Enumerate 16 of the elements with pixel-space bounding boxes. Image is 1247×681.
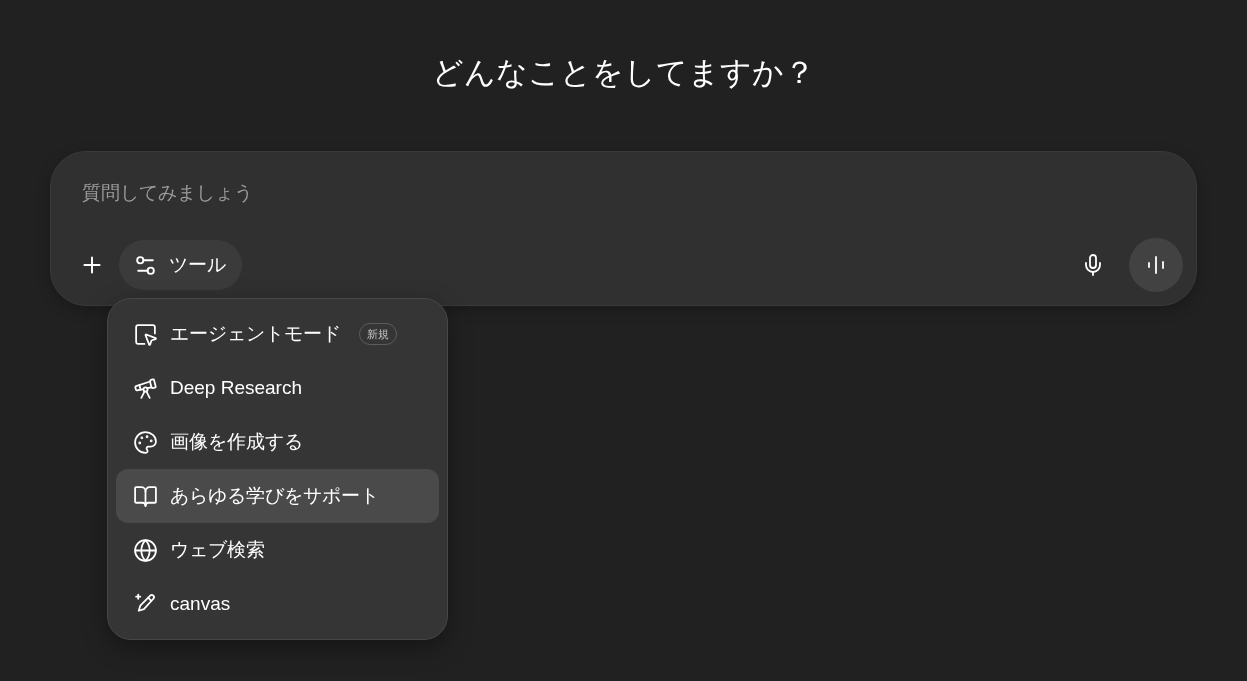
tools-button[interactable]: ツール bbox=[119, 240, 242, 290]
palette-icon bbox=[133, 429, 158, 455]
page-heading: どんなことをしてますか？ bbox=[432, 54, 815, 92]
prompt-composer[interactable]: 質問してみましょう ツール bbox=[50, 151, 1197, 306]
book-icon bbox=[133, 483, 158, 509]
telescope-icon bbox=[133, 375, 158, 401]
menu-item[interactable]: canvas bbox=[116, 577, 439, 631]
menu-item[interactable]: ウェブ検索 bbox=[116, 523, 439, 577]
menu-item[interactable]: Deep Research bbox=[116, 361, 439, 415]
menu-item[interactable]: エージェントモード 新規 bbox=[116, 307, 439, 361]
globe-icon bbox=[133, 537, 158, 563]
prompt-field[interactable]: 質問してみましょう bbox=[70, 171, 1183, 215]
sound-wave-icon bbox=[1146, 255, 1166, 275]
menu-item[interactable]: あらゆる学びをサポート bbox=[116, 469, 439, 523]
menu-item[interactable]: 画像を作成する bbox=[116, 415, 439, 469]
cursor-square-icon bbox=[133, 321, 158, 347]
